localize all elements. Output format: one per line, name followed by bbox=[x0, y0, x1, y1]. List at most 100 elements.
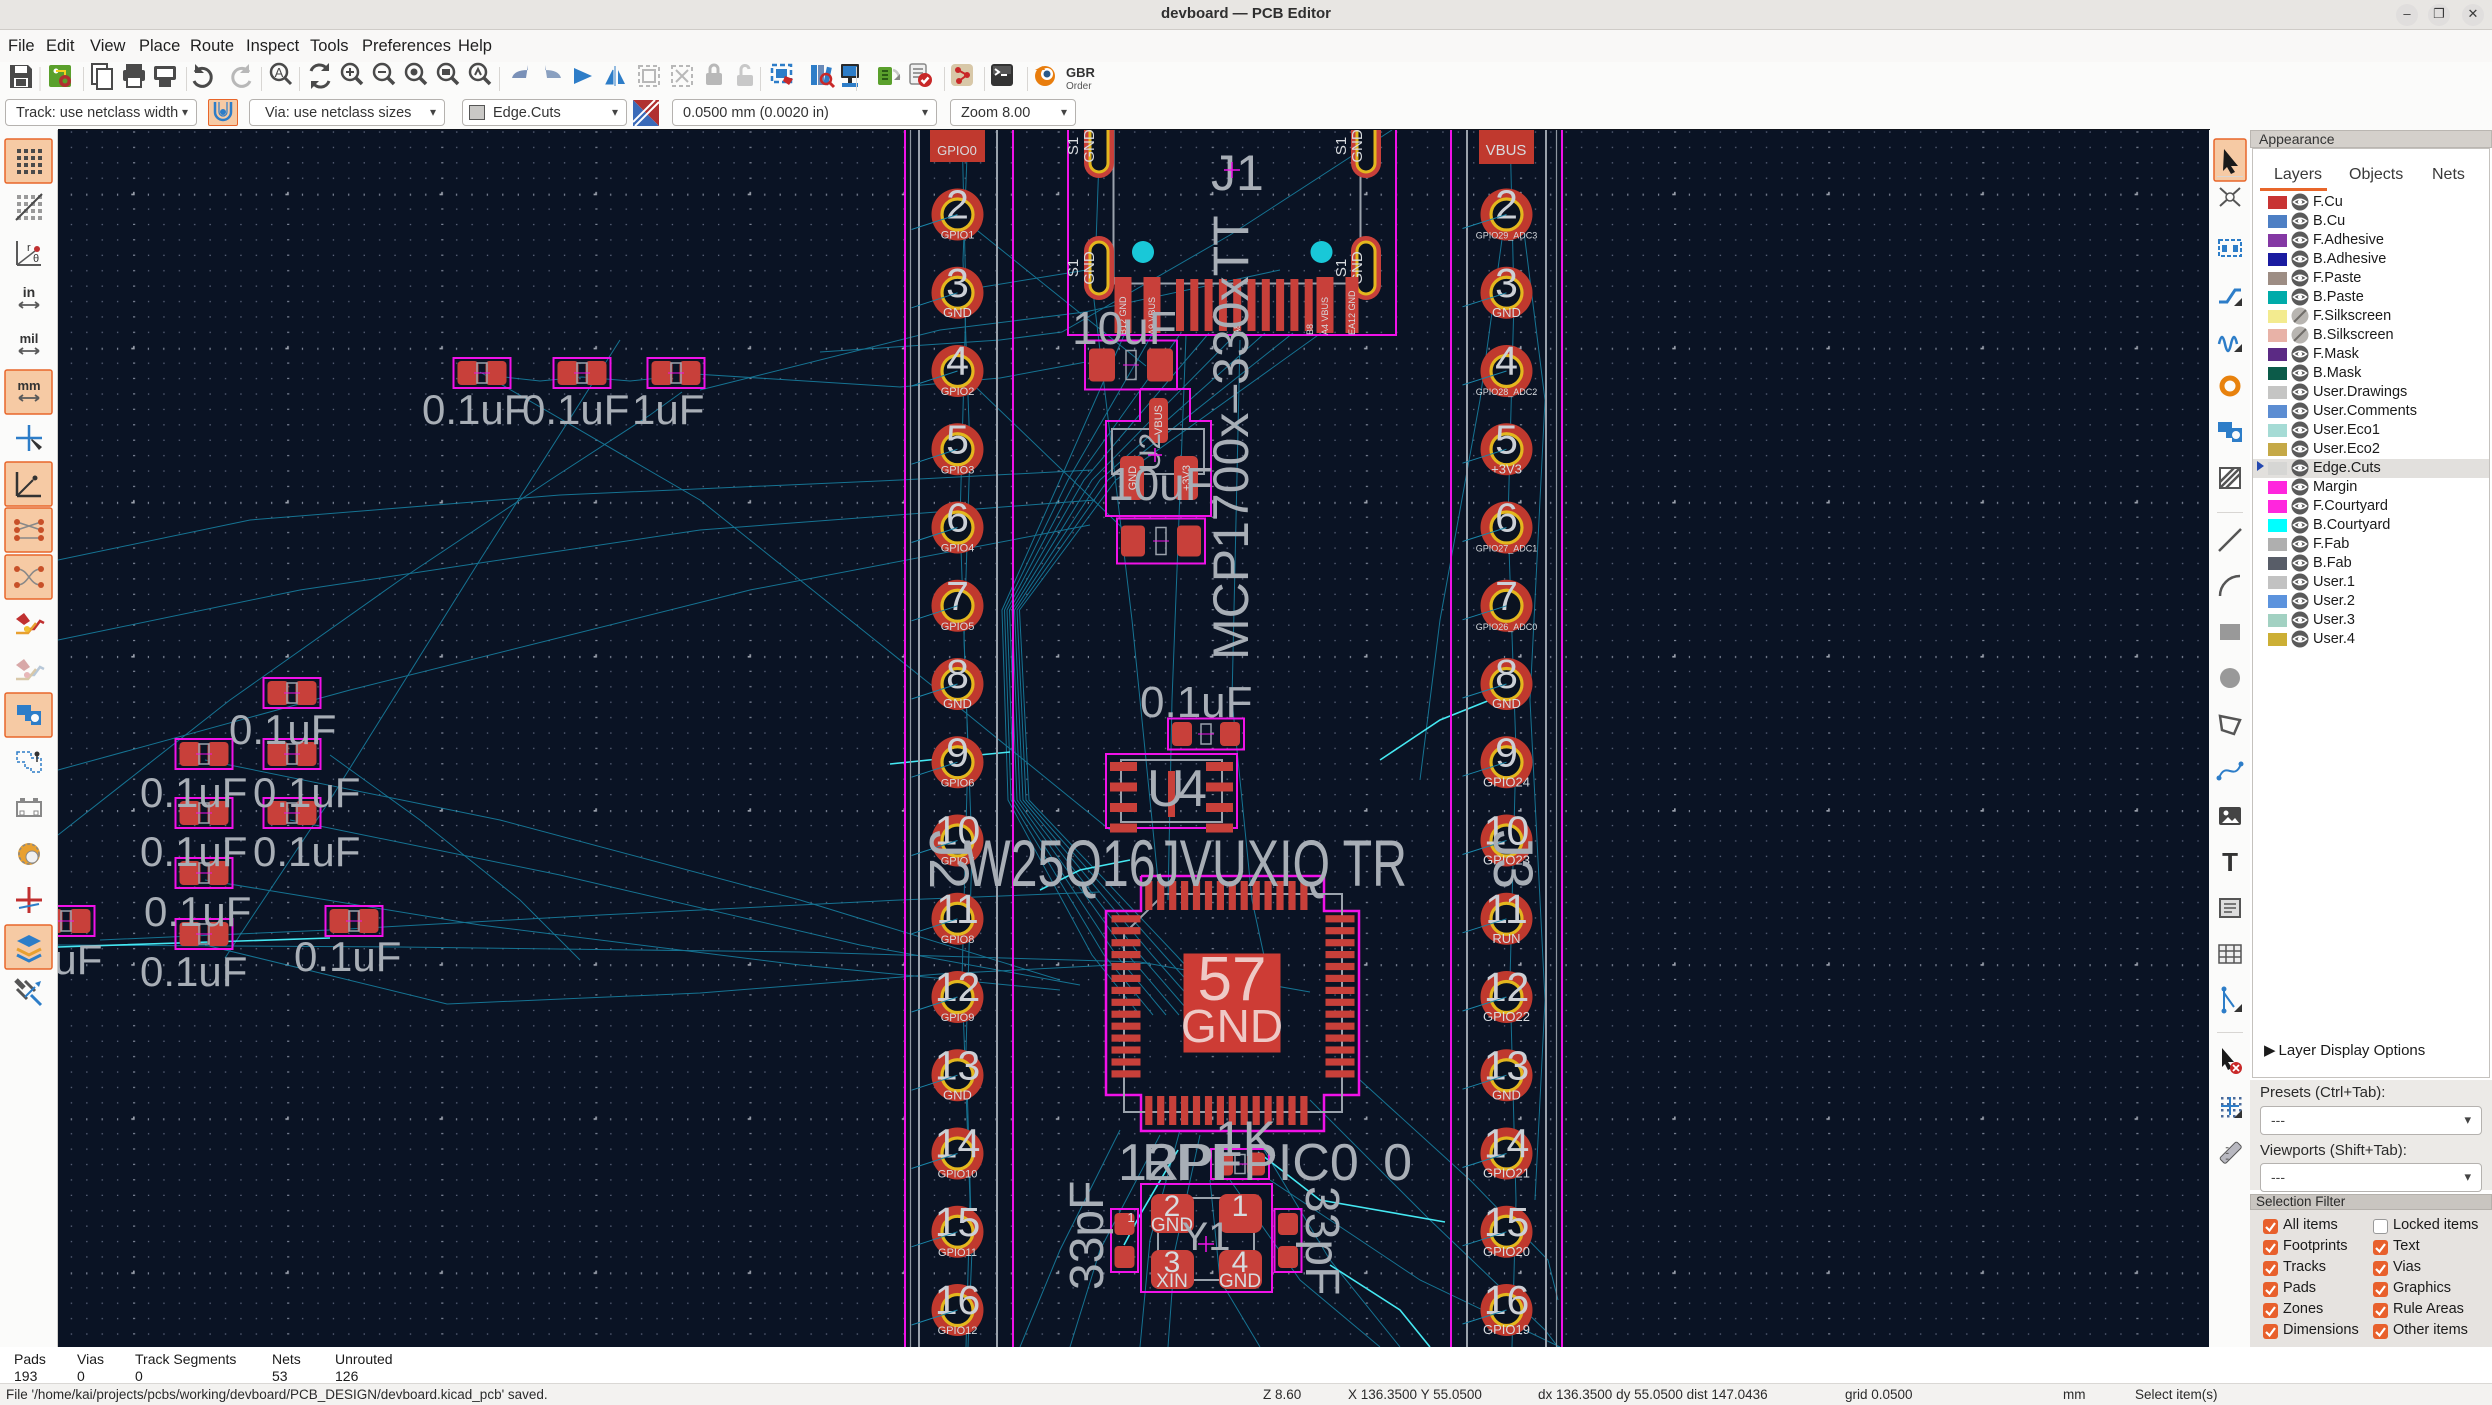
svg-text:GPIO1: GPIO1 bbox=[941, 230, 975, 242]
svg-text:GPIO20: GPIO20 bbox=[1483, 1244, 1530, 1259]
svg-text:GND: GND bbox=[1081, 130, 1098, 163]
svg-text:0: 0 bbox=[1383, 1134, 1412, 1192]
svg-text:r: r bbox=[27, 242, 31, 254]
svg-text:T: T bbox=[2222, 847, 2238, 877]
svg-text:0.1uF: 0.1uF bbox=[140, 769, 247, 816]
svg-text:16: 16 bbox=[935, 1277, 981, 1323]
svg-text:GND: GND bbox=[943, 305, 972, 320]
svg-text:5: 5 bbox=[946, 416, 969, 462]
svg-text:GBR: GBR bbox=[1066, 65, 1096, 80]
svg-text:+3V3: +3V3 bbox=[1491, 461, 1522, 476]
svg-text:4: 4 bbox=[1178, 760, 1207, 818]
svg-text:mil: mil bbox=[20, 331, 39, 346]
svg-text:GND: GND bbox=[1492, 1087, 1521, 1102]
svg-text:GND: GND bbox=[1081, 251, 1098, 285]
svg-text:12: 12 bbox=[1484, 964, 1530, 1010]
svg-text:0.1uF: 0.1uF bbox=[522, 386, 629, 433]
svg-text:A: A bbox=[275, 65, 284, 80]
svg-text:GPIO12: GPIO12 bbox=[938, 1325, 978, 1337]
svg-text:GPIO9: GPIO9 bbox=[941, 1012, 975, 1024]
svg-text:S1: S1 bbox=[1333, 137, 1350, 155]
svg-text:GPIO27_ADC1: GPIO27_ADC1 bbox=[1476, 544, 1538, 554]
svg-text:EA12 GND: EA12 GND bbox=[1347, 290, 1357, 335]
svg-text:XIN: XIN bbox=[1156, 1271, 1188, 1292]
svg-text:0.1uF: 0.1uF bbox=[294, 933, 401, 980]
svg-text:in: in bbox=[23, 284, 35, 300]
svg-text:J3: J3 bbox=[1482, 830, 1545, 889]
svg-text:GPIO29_ADC3: GPIO29_ADC3 bbox=[1476, 231, 1538, 241]
svg-text:0.1uF: 0.1uF bbox=[144, 888, 251, 935]
svg-text:GPIO2: GPIO2 bbox=[941, 386, 975, 398]
svg-text:1: 1 bbox=[1127, 1210, 1134, 1225]
svg-text:14: 14 bbox=[935, 1121, 981, 1167]
svg-text:J1: J1 bbox=[1211, 145, 1264, 201]
svg-text:15: 15 bbox=[1484, 1199, 1530, 1245]
svg-text:0.1uF: 0.1uF bbox=[253, 769, 360, 816]
svg-text:11: 11 bbox=[1485, 886, 1528, 932]
svg-text:RUN: RUN bbox=[1492, 931, 1520, 946]
svg-text:14: 14 bbox=[1484, 1121, 1530, 1167]
svg-text:8: 8 bbox=[946, 651, 969, 697]
svg-text:MCP1700x–330xTT: MCP1700x–330xTT bbox=[1203, 215, 1259, 660]
svg-text:GND: GND bbox=[1181, 1000, 1283, 1052]
svg-text:GND: GND bbox=[943, 696, 972, 711]
svg-text:GPIO22: GPIO22 bbox=[1483, 1009, 1530, 1024]
svg-text:3: 3 bbox=[946, 260, 969, 306]
svg-text:S1: S1 bbox=[1065, 259, 1082, 277]
svg-text:GND: GND bbox=[1349, 130, 1366, 163]
svg-text:GND: GND bbox=[943, 1087, 972, 1102]
svg-text:W25Q16JVUXIQ TR: W25Q16JVUXIQ TR bbox=[965, 826, 1407, 900]
svg-text:S1: S1 bbox=[1065, 137, 1082, 155]
svg-text:5: 5 bbox=[1495, 416, 1518, 462]
svg-text:33pF: 33pF bbox=[1295, 1186, 1348, 1295]
svg-text:S1: S1 bbox=[1333, 259, 1350, 277]
svg-text:GPIO8: GPIO8 bbox=[941, 934, 975, 946]
svg-text:0.1uF: 0.1uF bbox=[422, 386, 529, 433]
svg-text:RPI PIC0: RPI PIC0 bbox=[1142, 1134, 1359, 1192]
svg-text:GPIO24: GPIO24 bbox=[1483, 774, 1530, 789]
svg-text:J2: J2 bbox=[918, 830, 981, 889]
svg-text:2: 2 bbox=[1495, 182, 1518, 228]
svg-text:GPIO21: GPIO21 bbox=[1483, 1166, 1530, 1181]
svg-text:4: 4 bbox=[1495, 338, 1518, 384]
svg-text:Order: Order bbox=[1066, 81, 1092, 92]
svg-text:GPIO10: GPIO10 bbox=[938, 1169, 978, 1181]
svg-text:GPIO11: GPIO11 bbox=[938, 1247, 977, 1259]
svg-text:0.1uF: 0.1uF bbox=[1140, 678, 1253, 727]
svg-text:θ: θ bbox=[33, 253, 39, 265]
svg-text:6: 6 bbox=[1495, 495, 1518, 541]
svg-text:33pF: 33pF bbox=[1061, 1181, 1114, 1290]
svg-text:2: 2 bbox=[946, 182, 969, 228]
svg-text:13: 13 bbox=[1484, 1042, 1530, 1088]
svg-text:12: 12 bbox=[935, 964, 981, 1010]
svg-text:A4 VBUS: A4 VBUS bbox=[1320, 297, 1330, 335]
svg-text:GPIO19: GPIO19 bbox=[1483, 1322, 1530, 1337]
svg-text:GPIO26_ADC0: GPIO26_ADC0 bbox=[1476, 622, 1538, 632]
svg-text:mm: mm bbox=[17, 378, 40, 393]
svg-text:8: 8 bbox=[1495, 651, 1518, 697]
svg-text:GND: GND bbox=[1219, 1271, 1261, 1292]
svg-text:1uF: 1uF bbox=[58, 936, 102, 983]
svg-text:10uF: 10uF bbox=[1108, 458, 1213, 510]
svg-text:0.1uF: 0.1uF bbox=[229, 706, 336, 753]
svg-text:10uF: 10uF bbox=[1072, 302, 1177, 354]
svg-text:9: 9 bbox=[946, 729, 969, 775]
svg-text:GPIO5: GPIO5 bbox=[941, 621, 975, 633]
svg-text:13: 13 bbox=[935, 1042, 981, 1088]
svg-text:GPIO28_ADC2: GPIO28_ADC2 bbox=[1476, 387, 1538, 397]
svg-text:0.1uF: 0.1uF bbox=[253, 828, 360, 875]
svg-text:GND: GND bbox=[1492, 305, 1521, 320]
svg-text:GPIO0: GPIO0 bbox=[937, 143, 977, 158]
svg-text:7: 7 bbox=[946, 573, 969, 619]
svg-text:VBUS: VBUS bbox=[1486, 142, 1527, 159]
svg-text:GND: GND bbox=[1492, 696, 1521, 711]
svg-text:0.1uF: 0.1uF bbox=[140, 948, 247, 995]
svg-text:3: 3 bbox=[1495, 260, 1518, 306]
svg-text:9: 9 bbox=[1495, 729, 1518, 775]
svg-text:GPIO4: GPIO4 bbox=[941, 543, 975, 555]
svg-text:16: 16 bbox=[1484, 1277, 1530, 1323]
svg-text:GPIO6: GPIO6 bbox=[941, 777, 975, 789]
svg-text:15: 15 bbox=[935, 1199, 981, 1245]
svg-text:GPIO3: GPIO3 bbox=[941, 464, 975, 476]
svg-text:7: 7 bbox=[1495, 573, 1518, 619]
